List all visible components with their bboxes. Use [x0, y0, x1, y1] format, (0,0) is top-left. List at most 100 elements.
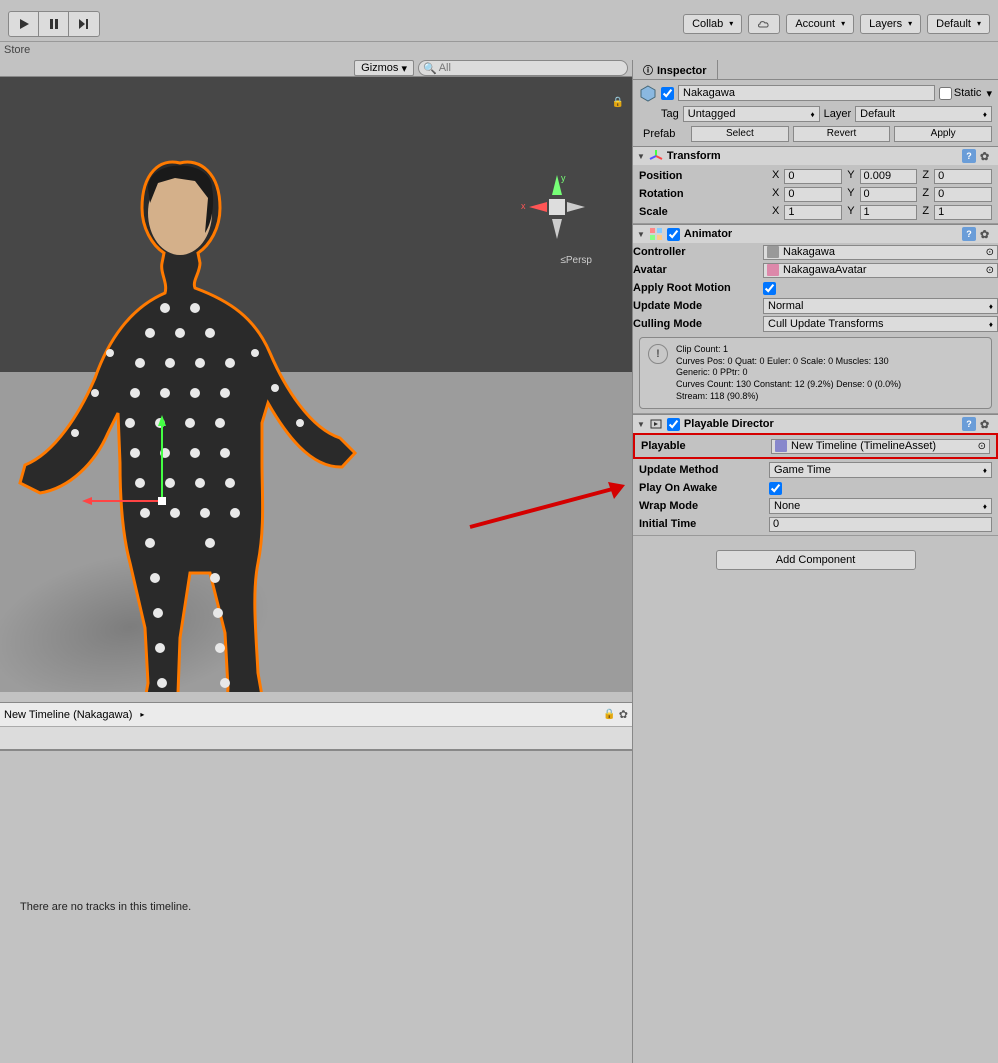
play-button[interactable]: [9, 12, 39, 36]
wrap-mode-dropdown[interactable]: None♦: [769, 498, 992, 514]
tag-dropdown[interactable]: Untagged♦: [683, 106, 820, 122]
initial-time-input[interactable]: [769, 517, 992, 532]
animator-component: ▼Animator ControllerNakagawa⊙ AvatarNaka…: [633, 224, 998, 414]
playable-field[interactable]: New Timeline (TimelineAsset)⊙: [771, 439, 990, 454]
prefab-label: Prefab: [643, 128, 687, 140]
timeline-title: New Timeline (Nakagawa): [4, 709, 132, 721]
scl-y-input[interactable]: [860, 205, 918, 220]
tag-label: Tag: [661, 108, 679, 120]
scl-x-input[interactable]: [784, 205, 842, 220]
pos-y-input[interactable]: [860, 169, 918, 184]
animator-info-box: ! Clip Count: 1 Curves Pos: 0 Quat: 0 Eu…: [639, 337, 992, 409]
foldout-icon[interactable]: ▼: [637, 152, 645, 161]
layout-label: Default: [936, 18, 971, 30]
gameobject-icon: [639, 84, 657, 102]
rotation-label: Rotation: [639, 188, 769, 200]
collab-label: Collab: [692, 18, 723, 30]
store-tab[interactable]: Store: [0, 42, 998, 60]
inspector-panel: Inspector Static ▾ Tag Untagged♦ Layer D…: [632, 60, 998, 1063]
gear-icon[interactable]: [980, 228, 994, 241]
playable-label: Playable: [641, 440, 771, 452]
apply-root-label: Apply Root Motion: [633, 282, 763, 294]
playable-highlight: PlayableNew Timeline (TimelineAsset)⊙: [633, 433, 998, 459]
prefab-select-button[interactable]: Select: [691, 126, 789, 142]
orientation-gizmo[interactable]: y x: [517, 167, 597, 247]
svg-text:x: x: [521, 201, 526, 211]
static-checkbox[interactable]: [939, 87, 952, 100]
active-checkbox[interactable]: [661, 87, 674, 100]
layer-label: Layer: [824, 108, 852, 120]
foldout-icon[interactable]: ▼: [637, 230, 645, 239]
culling-mode-label: Culling Mode: [633, 318, 763, 330]
help-icon[interactable]: [962, 149, 976, 163]
gear-icon[interactable]: [980, 418, 994, 431]
collab-button[interactable]: Collab▾: [683, 14, 742, 34]
update-method-label: Update Method: [639, 464, 769, 476]
inspector-tab[interactable]: Inspector: [633, 60, 718, 79]
animator-icon: [649, 227, 663, 241]
rot-x-input[interactable]: [784, 187, 842, 202]
lock-icon[interactable]: 🔒: [603, 709, 615, 720]
scene-view[interactable]: y x 🔒 ≤Persp: [0, 77, 632, 692]
initial-time-label: Initial Time: [639, 518, 769, 530]
layers-label: Layers: [869, 18, 902, 30]
move-gizmo[interactable]: [82, 411, 202, 531]
object-name-input[interactable]: [678, 85, 935, 101]
rot-z-input[interactable]: [934, 187, 992, 202]
timeline-empty-message: There are no tracks in this timeline.: [0, 751, 632, 1063]
info-icon: !: [648, 344, 668, 364]
wrap-mode-label: Wrap Mode: [639, 500, 769, 512]
update-method-dropdown[interactable]: Game Time♦: [769, 462, 992, 478]
step-button[interactable]: [69, 12, 99, 36]
annotation-arrow: [470, 477, 630, 540]
gizmos-toggle[interactable]: Gizmos ▾: [354, 60, 414, 76]
foldout-icon[interactable]: ▼: [637, 420, 645, 429]
update-mode-label: Update Mode: [633, 300, 763, 312]
scl-z-input[interactable]: [934, 205, 992, 220]
transform-component: ▼Transform PositionXYZ RotationXYZ Scale…: [633, 146, 998, 224]
avatar-field[interactable]: NakagawaAvatar⊙: [763, 263, 998, 278]
prefab-apply-button[interactable]: Apply: [894, 126, 992, 142]
animator-enabled-checkbox[interactable]: [667, 228, 680, 241]
play-controls: [8, 11, 100, 37]
position-label: Position: [639, 170, 769, 182]
layer-dropdown[interactable]: Default♦: [855, 106, 992, 122]
help-icon[interactable]: [962, 227, 976, 241]
layers-button[interactable]: Layers▾: [860, 14, 921, 34]
rot-y-input[interactable]: [860, 187, 918, 202]
prefab-revert-button[interactable]: Revert: [793, 126, 891, 142]
timeline-panel: New Timeline (Nakagawa) ▸ 🔒 There are no…: [0, 702, 632, 1063]
controller-label: Controller: [633, 246, 763, 258]
play-on-awake-label: Play On Awake: [639, 482, 769, 494]
lock-icon[interactable]: 🔒: [612, 97, 624, 108]
gear-icon[interactable]: [980, 150, 994, 163]
layout-button[interactable]: Default▾: [927, 14, 990, 34]
controller-field[interactable]: Nakagawa⊙: [763, 245, 998, 260]
cloud-button[interactable]: [748, 14, 780, 34]
scale-label: Scale: [639, 206, 769, 218]
transform-icon: [649, 149, 663, 163]
breadcrumb-arrow-icon: ▸: [140, 710, 144, 719]
pos-x-input[interactable]: [784, 169, 842, 184]
static-label: Static: [954, 87, 982, 99]
pos-z-input[interactable]: [934, 169, 992, 184]
main-toolbar: Collab▾ Account▾ Layers▾ Default▾: [0, 6, 998, 42]
scene-toolbar: Gizmos ▾ 🔍All: [0, 60, 632, 77]
account-button[interactable]: Account▾: [786, 14, 854, 34]
help-icon[interactable]: [962, 417, 976, 431]
update-mode-dropdown[interactable]: Normal♦: [763, 298, 998, 314]
culling-mode-dropdown[interactable]: Cull Update Transforms♦: [763, 316, 998, 332]
pause-button[interactable]: [39, 12, 69, 36]
playable-director-icon: [649, 417, 663, 431]
gear-icon[interactable]: [619, 708, 628, 721]
playable-director-component: ▼Playable Director PlayableNew Timeline …: [633, 414, 998, 536]
account-label: Account: [795, 18, 835, 30]
avatar-label: Avatar: [633, 264, 763, 276]
svg-text:y: y: [561, 173, 566, 183]
search-input[interactable]: 🔍All: [418, 60, 628, 76]
apply-root-checkbox[interactable]: [763, 282, 776, 295]
playable-enabled-checkbox[interactable]: [667, 418, 680, 431]
persp-label: ≤Persp: [560, 255, 592, 266]
add-component-button[interactable]: Add Component: [716, 550, 916, 570]
play-on-awake-checkbox[interactable]: [769, 482, 782, 495]
